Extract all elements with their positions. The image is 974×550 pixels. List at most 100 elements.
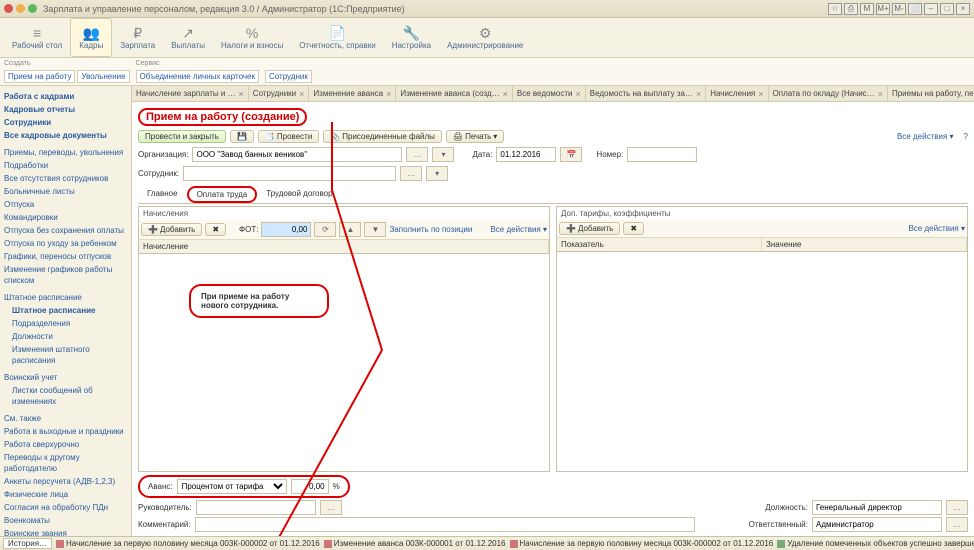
sidebar-item[interactable]: Согласия на обработку ПДн [2, 501, 129, 514]
close-window[interactable] [4, 4, 13, 13]
ruk-select-icon[interactable]: … [320, 500, 342, 515]
close-tab-icon[interactable]: × [758, 89, 763, 99]
sidebar-item[interactable]: Графики, переносы отпусков [2, 250, 129, 263]
doc-tab[interactable]: Все ведомости× [513, 86, 586, 101]
sidebar-item[interactable]: Работа в выходные и праздники [2, 425, 129, 438]
close-tab-icon[interactable]: × [386, 89, 391, 99]
extra-all-actions[interactable]: Все действия ▾ [908, 224, 965, 233]
window-controls[interactable] [4, 4, 37, 13]
kom-input[interactable] [195, 517, 695, 532]
write-button[interactable]: 💾 [230, 130, 254, 143]
section-Отчетность, справки[interactable]: 📄Отчетность, справки [291, 18, 384, 57]
section-Зарплата[interactable]: ₽Зарплата [112, 18, 163, 57]
close-tab-icon[interactable]: × [576, 89, 581, 99]
doc-tab[interactable]: Изменение аванса× [309, 86, 396, 101]
section-Рабочий стол[interactable]: ≡Рабочий стол [4, 18, 70, 57]
print-button[interactable]: 🖨 Печать ▾ [446, 130, 504, 143]
accruals-all-actions[interactable]: Все действия ▾ [490, 225, 547, 234]
tb-calc-icon[interactable]: ⬜ [908, 3, 922, 15]
avans-input[interactable] [291, 479, 329, 494]
subbar-link-hire[interactable]: Прием на работу [4, 70, 75, 83]
fot-up-icon[interactable]: ▲ [339, 222, 361, 237]
org-select-icon[interactable]: … [406, 147, 428, 162]
history-button[interactable]: История… [3, 538, 52, 549]
sidebar-item[interactable]: Работа сверхурочно [2, 438, 129, 451]
sidebar-item[interactable]: Больничные листы [2, 185, 129, 198]
del-accrual-button[interactable]: ✖ [205, 223, 226, 236]
sidebar-item[interactable]: Подработки [2, 159, 129, 172]
date-input[interactable] [496, 147, 556, 162]
subbar-link-employee[interactable]: Сотрудник [265, 70, 312, 83]
date-picker-icon[interactable]: 📅 [560, 147, 582, 162]
doc-tab[interactable]: Ведомость на выплату за…× [586, 86, 706, 101]
sidebar-item[interactable]: Отпуска по уходу за ребенком [2, 237, 129, 250]
sidebar-item[interactable]: Штатное расписание [2, 291, 129, 304]
sidebar-item[interactable]: Командировки [2, 211, 129, 224]
tb-max-icon[interactable]: □ [940, 3, 954, 15]
add-accrual-button[interactable]: ➕ Добавить [141, 223, 202, 236]
section-Выплаты[interactable]: ↗Выплаты [163, 18, 213, 57]
tb-min-icon[interactable]: – [924, 3, 938, 15]
sidebar-item[interactable]: Воинский учет [2, 371, 129, 384]
dolzh-input[interactable] [812, 500, 942, 515]
employee-select-icon[interactable]: … [400, 166, 422, 181]
dolzh-select-icon[interactable]: … [946, 500, 968, 515]
sidebar-item[interactable]: Приемы, переводы, увольнения [2, 146, 129, 159]
fot-input[interactable] [261, 222, 311, 237]
tab-contract[interactable]: Трудовой договор [257, 186, 341, 203]
close-tab-icon[interactable]: × [696, 89, 701, 99]
org-input[interactable] [192, 147, 402, 162]
sidebar-item[interactable]: Физические лица [2, 488, 129, 501]
close-tab-icon[interactable]: × [878, 89, 883, 99]
subbar-link-fire[interactable]: Увольнение [77, 70, 129, 83]
sidebar-item[interactable]: См. также [2, 412, 129, 425]
post-and-close-button[interactable]: Провести и закрыть [138, 130, 226, 143]
sidebar-item[interactable]: Кадровые отчеты [2, 103, 129, 116]
all-actions-link[interactable]: Все действия ▾ [897, 132, 954, 141]
tb-print-icon[interactable]: ⎙ [844, 3, 858, 15]
employee-dropdown-icon[interactable]: ▾ [426, 166, 448, 181]
sidebar-item[interactable]: Изменения штатного расписания [2, 343, 129, 367]
doc-tab[interactable]: Оплата по окладу (Начис…× [769, 86, 888, 101]
sidebar-item[interactable]: Анкеты персучета (АДВ-1,2,3) [2, 475, 129, 488]
doc-tab[interactable]: Сотрудники× [249, 86, 310, 101]
fill-by-position-link[interactable]: Заполнить по позиции [389, 225, 472, 234]
ruk-input[interactable] [196, 500, 316, 515]
doc-tab[interactable]: Начисление зарплаты и …× [132, 86, 249, 101]
sidebar-item[interactable]: Штатное расписание [2, 304, 129, 317]
section-Налоги и взносы[interactable]: %Налоги и взносы [213, 18, 291, 57]
section-Кадры[interactable]: 👥Кадры [70, 18, 112, 57]
sidebar-item[interactable]: Военкоматы [2, 514, 129, 527]
tb-mminus-btn[interactable]: M- [892, 3, 906, 15]
section-Настройка[interactable]: 🔧Настройка [384, 18, 439, 57]
section-Администрирование[interactable]: ⚙Администрирование [439, 18, 531, 57]
accruals-body[interactable]: При приеме на работу нового сотрудника. [139, 254, 549, 471]
sidebar-item[interactable]: Отпуска без сохранения оплаты [2, 224, 129, 237]
minimize-window[interactable] [16, 4, 25, 13]
attached-files-button[interactable]: 📎 Присоединенные файлы [323, 130, 442, 143]
sidebar-item[interactable]: Листки сообщений об изменениях [2, 384, 129, 408]
tab-payment[interactable]: Оплата труда [187, 186, 258, 203]
tb-star-icon[interactable]: ☆ [828, 3, 842, 15]
sidebar-item[interactable]: Работа с кадрами [2, 90, 129, 103]
extra-body[interactable] [557, 252, 967, 471]
maximize-window[interactable] [28, 4, 37, 13]
subbar-link-merge[interactable]: Объединение личных карточек [136, 70, 259, 83]
otv-input[interactable] [812, 517, 942, 532]
close-tab-icon[interactable]: × [299, 89, 304, 99]
add-extra-button[interactable]: ➕ Добавить [559, 222, 620, 235]
number-input[interactable] [627, 147, 697, 162]
post-button[interactable]: 📑 Провести [258, 130, 319, 143]
doc-tab[interactable]: Приемы на работу, пере…× [888, 86, 974, 101]
close-tab-icon[interactable]: × [503, 89, 508, 99]
sidebar-item[interactable]: Изменение графиков работы списком [2, 263, 129, 287]
tb-m-btn[interactable]: M [860, 3, 874, 15]
sidebar-item[interactable]: Отпуска [2, 198, 129, 211]
sidebar-item[interactable]: Подразделения [2, 317, 129, 330]
avans-select[interactable]: Процентом от тарифа [177, 479, 287, 494]
employee-input[interactable] [183, 166, 396, 181]
doc-tab[interactable]: Начисления× [706, 86, 768, 101]
sidebar-item[interactable]: Все отсутствия сотрудников [2, 172, 129, 185]
tb-mplus-btn[interactable]: M+ [876, 3, 890, 15]
close-tab-icon[interactable]: × [239, 89, 244, 99]
